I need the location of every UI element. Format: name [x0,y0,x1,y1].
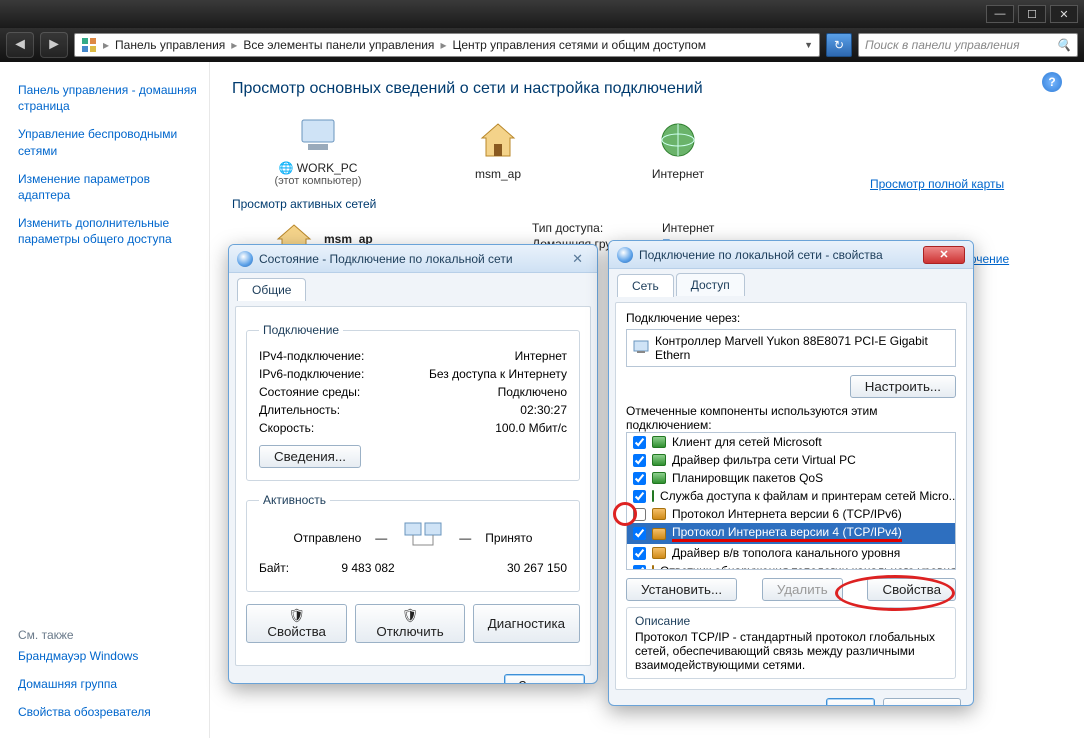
activity-group: Активность Отправлено — — Принято Байт: … [246,493,580,592]
component-item[interactable]: Клиент для сетей Microsoft [627,433,955,451]
close-button[interactable]: Закрыть [504,674,585,684]
bytes-sent: 9 483 082 [308,561,428,575]
search-icon: 🔍 [1056,38,1071,52]
component-icon [652,454,666,466]
component-label: Служба доступа к файлам и принтерам сете… [660,489,956,503]
sidebar-link-adapter[interactable]: Изменение параметров адаптера [18,171,199,203]
nic-icon [633,340,649,357]
component-checkbox[interactable] [633,527,646,540]
page-title: Просмотр основных сведений о сети и наст… [232,80,1062,98]
forward-button[interactable]: ► [40,32,68,58]
details-button[interactable]: Сведения... [259,445,361,468]
components-list[interactable]: Клиент для сетей Microsoft Драйвер фильтр… [626,432,956,570]
see-also-heading: См. также [18,628,199,642]
component-checkbox[interactable] [633,490,646,503]
component-label: Протокол Интернета версии 6 (TCP/IPv6) [672,507,902,521]
network-icon [617,247,633,263]
network-icon [237,251,253,267]
properties-dialog-close-button[interactable]: ✕ [923,246,965,264]
component-icon [652,528,666,540]
component-checkbox[interactable] [633,436,646,449]
full-map-link[interactable]: Просмотр полной карты [870,177,1004,191]
active-networks-heading: Просмотр активных сетей [232,197,1062,211]
window-close-button[interactable]: ✕ [1050,5,1078,23]
node-this-pc[interactable]: 🌐 WORK_PC (этот компьютер) [258,114,378,187]
breadcrumb-item[interactable]: Панель управления [115,38,225,52]
status-dialog-titlebar: Состояние - Подключение по локальной сет… [229,245,597,273]
component-item[interactable]: Протокол Интернета версии 4 (TCP/IPv4) [627,523,955,544]
control-panel-icon [81,37,97,53]
shield-icon: 🛡 [402,608,419,623]
help-icon[interactable]: ? [1042,72,1062,92]
component-icon [652,508,666,520]
ok-button[interactable]: OK [826,698,875,706]
refresh-button[interactable]: ↻ [826,33,852,57]
device-box: Контроллер Marvell Yukon 88E8071 PCI-E G… [626,329,956,367]
status-dialog-close-button[interactable]: ✕ [566,251,589,267]
component-item[interactable]: Планировщик пакетов QoS [627,469,955,487]
component-label: Ответчик обнаружения топологии канальног… [660,564,956,570]
properties-dialog-titlebar: Подключение по локальной сети - свойства… [609,241,973,269]
component-icon [652,472,666,484]
tab-network[interactable]: Сеть [617,274,674,297]
configure-button[interactable]: Настроить... [850,375,956,398]
component-checkbox[interactable] [633,508,646,521]
component-checkbox[interactable] [633,454,646,467]
sidebar-link-homegroup[interactable]: Домашняя группа [18,676,199,692]
component-item[interactable]: Протокол Интернета версии 6 (TCP/IPv6) [627,505,955,523]
sidebar-link-sharing[interactable]: Изменить дополнительные параметры общего… [18,215,199,247]
node-internet[interactable]: Интернет [618,120,738,181]
status-dialog: Состояние - Подключение по локальной сет… [228,244,598,684]
activity-icon [401,521,445,555]
shield-icon: 🛡 [288,608,305,623]
component-label: Клиент для сетей Microsoft [672,435,822,449]
component-icon [652,436,666,448]
component-icon [652,547,666,559]
component-checkbox[interactable] [633,547,646,560]
breadcrumb-item[interactable]: Центр управления сетями и общим доступом [452,38,706,52]
disable-button[interactable]: 🛡 Отключить [355,604,464,643]
connection-group: Подключение IPv4-подключение:Интернет IP… [246,323,580,481]
window-chrome: — ☐ ✕ [0,0,1084,28]
bytes-received: 30 267 150 [447,561,567,575]
component-item[interactable]: Драйвер фильтра сети Virtual PC [627,451,955,469]
properties-dialog: Подключение по локальной сети - свойства… [608,240,974,706]
node-network[interactable]: msm_ap [438,120,558,181]
component-checkbox[interactable] [633,472,646,485]
description-box: Описание Протокол TCP/IP - стандартный п… [626,607,956,679]
uninstall-button: Удалить [762,578,843,601]
sidebar-link-wireless[interactable]: Управление беспроводными сетями [18,126,199,158]
component-item[interactable]: Драйвер в/в тополога канального уровня [627,544,955,562]
globe-icon: 🌐 [279,161,294,175]
minimize-button[interactable]: — [986,5,1014,23]
properties-button[interactable]: 🛡 Свойства [246,604,347,643]
address-bar[interactable]: ▸ Панель управления ▸ Все элементы панел… [74,33,820,57]
component-checkbox[interactable] [633,565,646,571]
component-label: Драйвер фильтра сети Virtual PC [672,453,856,467]
component-label: Драйвер в/в тополога канального уровня [672,546,900,560]
component-item[interactable]: Ответчик обнаружения топологии канальног… [627,562,955,570]
diagnostics-button[interactable]: Диагностика [473,604,580,643]
sidebar-link-firewall[interactable]: Брандмауэр Windows [18,648,199,664]
component-label: Протокол Интернета версии 4 (TCP/IPv4) [672,525,902,542]
component-properties-button[interactable]: Свойства [867,578,956,601]
sidebar-link-home[interactable]: Панель управления - домашняя страница [18,82,199,114]
install-button[interactable]: Установить... [626,578,737,601]
component-label: Планировщик пакетов QoS [672,471,823,485]
back-button[interactable]: ◄ [6,32,34,58]
maximize-button[interactable]: ☐ [1018,5,1046,23]
component-icon [652,490,654,502]
cancel-button[interactable]: Отмена [883,698,961,706]
component-icon [652,565,654,570]
component-item[interactable]: Служба доступа к файлам и принтерам сете… [627,487,955,505]
search-input[interactable]: Поиск в панели управления 🔍 [858,33,1078,57]
sidebar-link-internet-options[interactable]: Свойства обозревателя [18,704,199,720]
navigation-bar: ◄ ► ▸ Панель управления ▸ Все элементы п… [0,28,1084,62]
breadcrumb-item[interactable]: Все элементы панели управления [243,38,434,52]
tab-access[interactable]: Доступ [676,273,745,296]
tab-general[interactable]: Общие [237,278,306,301]
sidebar: Панель управления - домашняя страница Уп… [0,62,210,738]
